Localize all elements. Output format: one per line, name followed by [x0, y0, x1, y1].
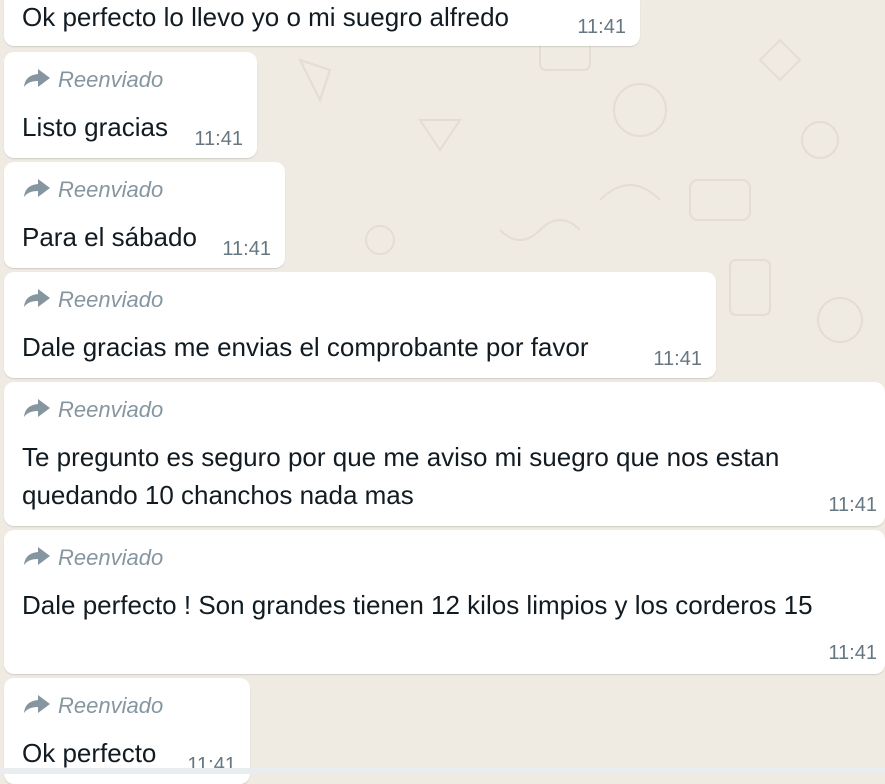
- message-text: Te pregunto es seguro por que me aviso m…: [22, 442, 780, 510]
- forwarded-label: Reenviado: [58, 177, 164, 202]
- forwarded-indicator: Reenviado: [22, 67, 164, 94]
- message-bubble[interactable]: Reenviado Listo gracias 11:41: [4, 52, 257, 158]
- forwarded-label: Reenviado: [58, 67, 164, 92]
- message-timestamp: 11:41: [828, 642, 877, 664]
- message-bubble[interactable]: Reenviado Te pregunto es seguro por que …: [4, 382, 885, 526]
- composer-edge: [0, 768, 885, 774]
- message-bubble[interactable]: Ok perfecto lo llevo yo o mi suegro alfr…: [4, 0, 640, 46]
- message-text: Para el sábado: [22, 222, 197, 252]
- forwarded-indicator: Reenviado: [22, 177, 164, 204]
- message-text: Ok perfecto lo llevo yo o mi suegro alfr…: [22, 2, 510, 32]
- message-timestamp: 11:41: [194, 128, 243, 150]
- message-timestamp: 11:41: [653, 348, 702, 370]
- forwarded-indicator: Reenviado: [22, 545, 164, 572]
- message-bubble[interactable]: Reenviado Dale gracias me envias el comp…: [4, 272, 716, 378]
- forward-arrow-icon: [22, 397, 58, 424]
- message-text: Listo gracias: [22, 112, 168, 142]
- message-timestamp: 11:41: [222, 238, 271, 260]
- forwarded-label: Reenviado: [58, 693, 164, 718]
- message-bubble[interactable]: Reenviado Para el sábado 11:41: [4, 162, 285, 268]
- message-timestamp: 11:41: [577, 16, 626, 38]
- forward-arrow-icon: [22, 177, 58, 204]
- forwarded-indicator: Reenviado: [22, 693, 164, 720]
- message-text: Ok perfecto: [22, 738, 157, 768]
- forwarded-label: Reenviado: [58, 545, 164, 570]
- message-bubble[interactable]: Reenviado Dale perfecto ! Son grandes ti…: [4, 530, 885, 674]
- forwarded-indicator: Reenviado: [22, 397, 164, 424]
- forward-arrow-icon: [22, 545, 58, 572]
- forward-arrow-icon: [22, 67, 58, 94]
- forward-arrow-icon: [22, 693, 58, 720]
- forwarded-label: Reenviado: [58, 397, 164, 422]
- message-timestamp: 11:41: [828, 494, 877, 516]
- forward-arrow-icon: [22, 287, 58, 314]
- message-text: Dale perfecto ! Son grandes tienen 12 ki…: [22, 590, 813, 620]
- forwarded-indicator: Reenviado: [22, 287, 164, 314]
- forwarded-label: Reenviado: [58, 287, 164, 312]
- message-text: Dale gracias me envias el comprobante po…: [22, 332, 589, 362]
